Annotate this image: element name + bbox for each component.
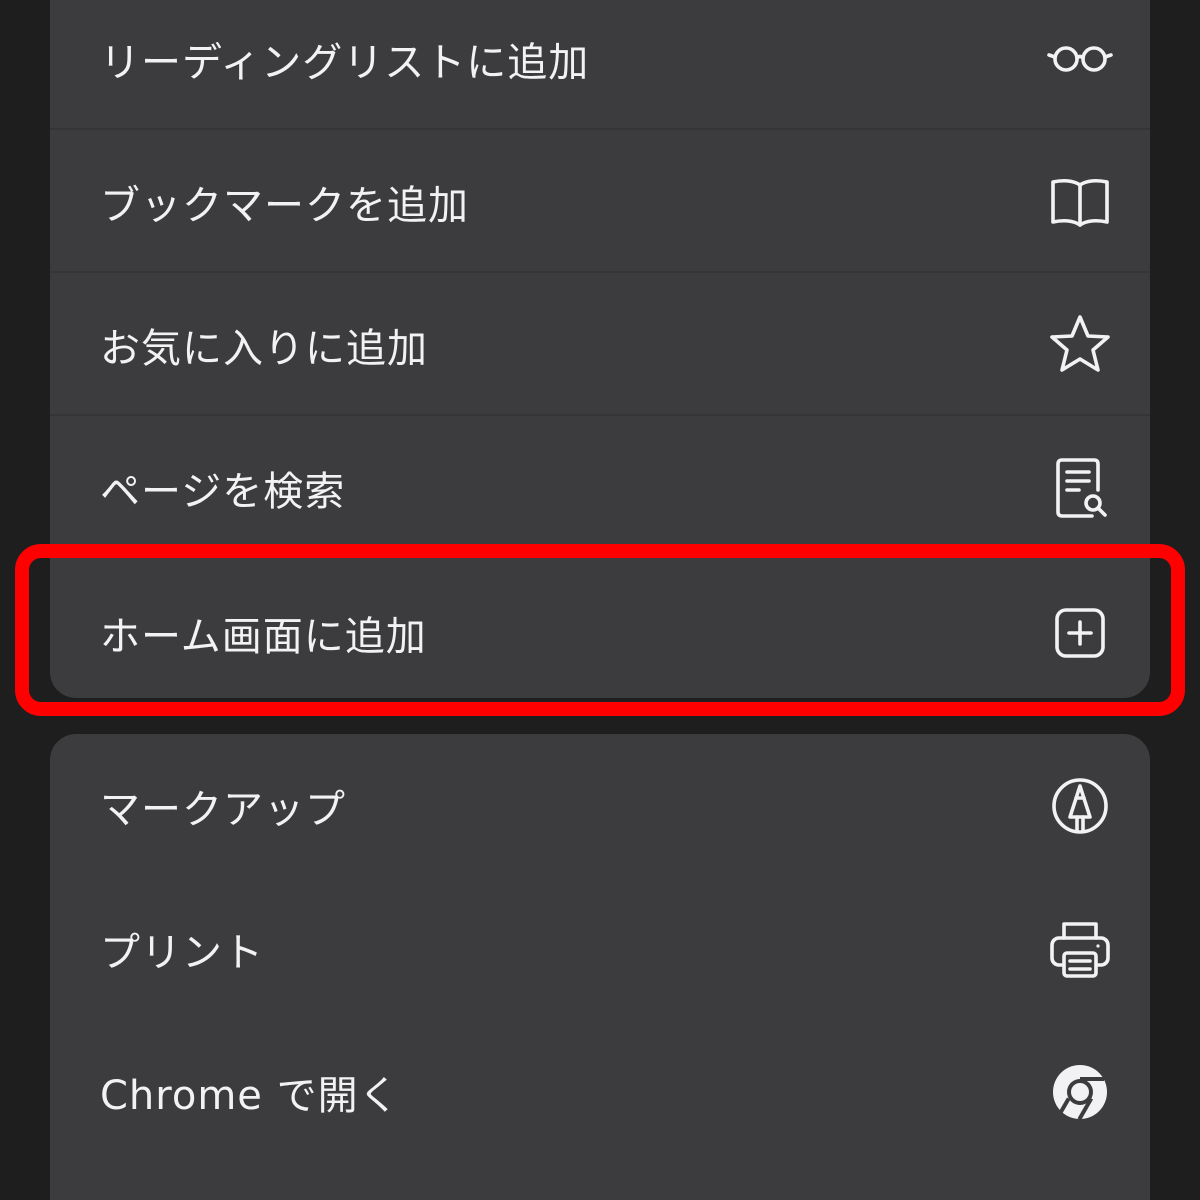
action-menu-group-top: リーディングリストに追加 ブックマークを追加 お気に入りに追加 ページを検索 ホ… [50, 0, 1150, 698]
menu-item-add-bookmark[interactable]: ブックマークを追加 [50, 130, 1150, 273]
plus-square-icon [1046, 599, 1114, 667]
action-menu-group-bottom: マークアップ プリント Chrome で開く [50, 734, 1150, 1200]
glasses-icon [1046, 25, 1114, 93]
chrome-icon [1046, 1058, 1114, 1126]
menu-item-label: Chrome で開く [100, 1072, 400, 1119]
menu-item-add-to-home-screen[interactable]: ホーム画面に追加 [50, 561, 1150, 704]
printer-icon [1046, 915, 1114, 983]
menu-item-label: ブックマークを追加 [100, 182, 469, 229]
book-icon [1046, 168, 1114, 236]
document-search-icon [1046, 454, 1114, 522]
menu-item-find-on-page[interactable]: ページを検索 [50, 416, 1150, 559]
markup-pen-icon [1046, 772, 1114, 840]
menu-item-print[interactable]: プリント [50, 877, 1150, 1020]
menu-item-markup[interactable]: マークアップ [50, 734, 1150, 877]
menu-item-label: プリント [100, 929, 264, 976]
menu-item-label: リーディングリストに追加 [100, 39, 590, 86]
menu-item-label: マークアップ [100, 786, 346, 833]
menu-item-label: お気に入りに追加 [100, 325, 428, 372]
menu-item-label: ホーム画面に追加 [100, 613, 427, 660]
menu-item-open-in-chrome[interactable]: Chrome で開く [50, 1020, 1150, 1163]
menu-item-add-favorites[interactable]: お気に入りに追加 [50, 273, 1150, 416]
menu-item-label: ページを検索 [100, 468, 346, 515]
menu-item-add-reading-list[interactable]: リーディングリストに追加 [50, 0, 1150, 130]
share-sheet-screen: リーディングリストに追加 ブックマークを追加 お気に入りに追加 ページを検索 ホ… [0, 0, 1200, 1200]
star-icon [1046, 311, 1114, 379]
